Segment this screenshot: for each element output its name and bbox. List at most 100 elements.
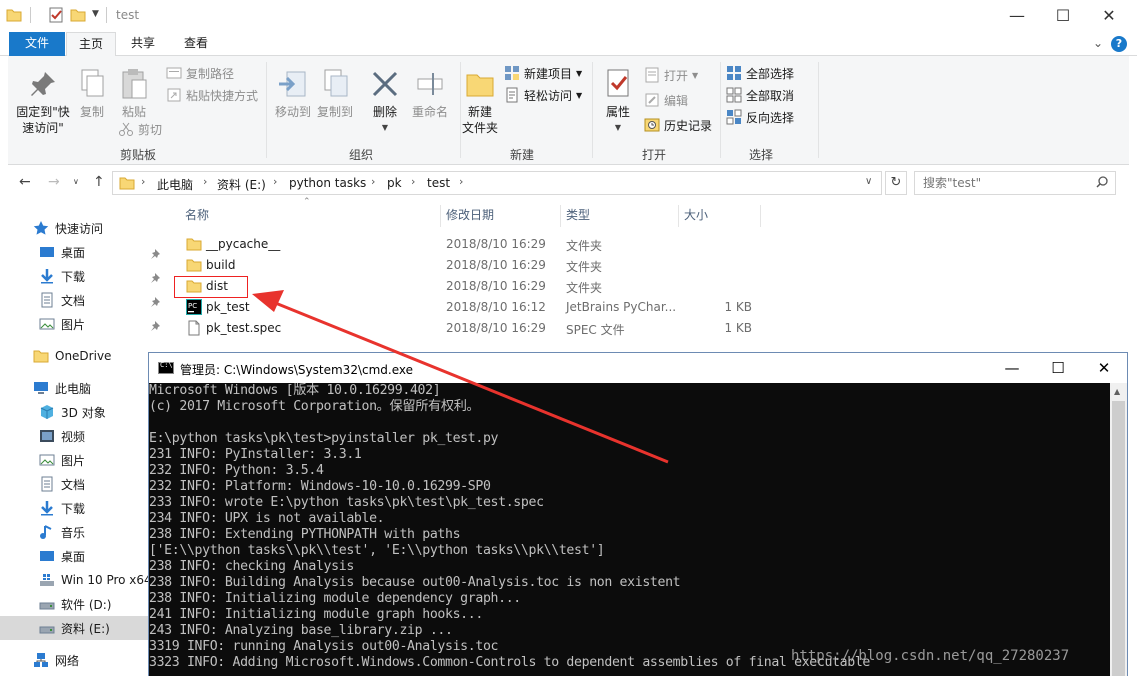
back-arrow-icon[interactable]: ← — [19, 174, 31, 190]
nav-pc-videos[interactable]: 视频 — [0, 424, 148, 448]
forward-arrow-icon[interactable]: → — [48, 174, 60, 190]
copy-path-button[interactable]: 复制路径 — [166, 63, 234, 83]
delete-dropdown-icon[interactable]: ▼ — [366, 120, 404, 136]
properties-dropdown-icon[interactable]: ▼ — [598, 120, 638, 136]
nav-pc-documents[interactable]: 文档 — [0, 472, 148, 496]
recent-locations-icon[interactable]: ∨ — [73, 177, 79, 186]
nav-pc-drive-c[interactable]: Win 10 Pro x64 — [0, 568, 148, 592]
scroll-thumb[interactable] — [1112, 401, 1125, 676]
breadcrumb-drive-e[interactable]: 资料 (E:) — [217, 176, 266, 193]
column-divider[interactable] — [440, 205, 441, 227]
open-button[interactable]: 打开 ▼ — [644, 65, 698, 85]
delete-button[interactable]: 删除 ▼ — [366, 68, 404, 136]
tab-file[interactable]: 文件 — [9, 32, 65, 56]
pin-icon[interactable] — [150, 248, 160, 259]
breadcrumb-test[interactable]: test — [427, 176, 450, 190]
rename-button[interactable]: 重命名 — [408, 68, 452, 120]
nav-pc-drive-d[interactable]: 软件 (D:) — [0, 592, 148, 616]
maximize-button[interactable]: ☐ — [1040, 0, 1086, 30]
easy-access-button[interactable]: 轻松访问 ▼ — [504, 85, 582, 105]
history-button[interactable]: 历史记录 — [644, 115, 712, 135]
properties-quick-icon[interactable] — [48, 7, 64, 23]
column-header-name[interactable]: 名称 — [185, 206, 209, 228]
pin-icon[interactable] — [150, 320, 160, 331]
breadcrumb-this-pc[interactable]: 此电脑 — [157, 176, 193, 193]
column-divider[interactable] — [678, 205, 679, 227]
properties-button[interactable]: 属性 ▼ — [598, 68, 638, 136]
pin-to-quick-access-button[interactable]: 固定到"快 速访问" — [14, 68, 72, 136]
tab-view[interactable]: 查看 — [171, 32, 221, 56]
nav-label: 文档 — [61, 477, 86, 492]
cut-button[interactable]: 剪切 — [118, 119, 162, 139]
cmd-maximize-button[interactable]: ☐ — [1035, 353, 1081, 383]
file-row[interactable]: dist 2018/8/10 16:29 文件夹 — [173, 276, 773, 297]
edit-button[interactable]: 编辑 — [644, 90, 688, 110]
nav-this-pc[interactable]: 此电脑 — [0, 376, 148, 400]
nav-pc-desktop[interactable]: 桌面 — [0, 544, 148, 568]
cut-label: 剪切 — [138, 122, 163, 137]
new-folder-quick-icon[interactable] — [70, 7, 86, 23]
breadcrumb-python-tasks[interactable]: python tasks — [289, 176, 366, 190]
tab-home[interactable]: 主页 — [66, 32, 116, 57]
scroll-up-icon[interactable]: ▲ — [1114, 387, 1120, 396]
nav-pc-music[interactable]: 音乐 — [0, 520, 148, 544]
nav-pc-pictures[interactable]: 图片 — [0, 448, 148, 472]
close-button[interactable]: ✕ — [1086, 0, 1132, 30]
select-none-button[interactable]: 全部取消 — [726, 85, 794, 105]
search-input[interactable] — [914, 171, 1116, 195]
file-row[interactable]: build 2018/8/10 16:29 文件夹 — [173, 255, 773, 276]
pin-icon[interactable] — [150, 296, 160, 307]
new-item-button[interactable]: 新建项目 ▼ — [504, 63, 582, 83]
nav-pc-downloads[interactable]: 下载 — [0, 496, 148, 520]
column-header-size[interactable]: 大小 — [684, 206, 708, 228]
column-header-type[interactable]: 类型 — [566, 206, 590, 228]
copy-to-button[interactable]: 复制到 — [316, 68, 354, 120]
breadcrumb-separator-icon[interactable]: › — [411, 175, 415, 188]
refresh-button[interactable]: ↻ — [885, 171, 907, 195]
file-row[interactable]: PC pk_test 2018/8/10 16:12 JetBrains PyC… — [173, 297, 773, 318]
file-row[interactable]: pk_test.spec 2018/8/10 16:29 SPEC 文件 1 K… — [173, 318, 773, 339]
nav-network[interactable]: 网络 — [0, 648, 148, 672]
cmd-scrollbar[interactable]: ▲ — [1110, 383, 1127, 676]
nav-pc-3d-objects[interactable]: 3D 对象 — [0, 400, 148, 424]
collapse-ribbon-icon[interactable]: ⌄ — [1093, 36, 1103, 50]
help-icon[interactable]: ? — [1111, 36, 1127, 52]
move-to-button[interactable]: 移动到 — [274, 68, 312, 120]
nav-quick-access[interactable]: 快速访问 — [0, 216, 148, 240]
tab-share[interactable]: 共享 — [118, 32, 168, 56]
pycharm-icon: PC — [186, 299, 202, 315]
nav-qa-downloads[interactable]: 下载 — [0, 264, 148, 288]
nav-qa-desktop[interactable]: 桌面 — [0, 240, 148, 264]
copy-button[interactable]: 复制 — [74, 68, 110, 120]
nav-label: 快速访问 — [55, 221, 104, 236]
breadcrumb-separator-icon[interactable]: › — [141, 175, 145, 188]
paste-shortcut-button[interactable]: 粘贴快捷方式 — [166, 85, 258, 105]
select-all-button[interactable]: 全部选择 — [726, 63, 794, 83]
address-bar[interactable]: › 此电脑 › 资料 (E:) › python tasks › pk › te… — [112, 171, 882, 195]
cmd-minimize-button[interactable]: — — [989, 353, 1035, 383]
paste-button[interactable]: 粘贴 — [116, 68, 152, 120]
console-output[interactable]: Microsoft Windows [版本 10.0.16299.402] (c)… — [149, 383, 1110, 676]
column-divider[interactable] — [760, 205, 761, 227]
breadcrumb-pk[interactable]: pk — [387, 176, 402, 190]
file-row[interactable]: __pycache__ 2018/8/10 16:29 文件夹 — [173, 234, 773, 255]
cmd-close-button[interactable]: ✕ — [1081, 353, 1127, 383]
breadcrumb-separator-icon[interactable]: › — [459, 175, 463, 188]
invert-selection-button[interactable]: 反向选择 — [726, 107, 794, 127]
breadcrumb-separator-icon[interactable]: › — [203, 175, 207, 188]
minimize-button[interactable]: — — [994, 0, 1040, 30]
nav-qa-pictures[interactable]: 图片 — [0, 312, 148, 336]
column-divider[interactable] — [560, 205, 561, 227]
pin-icon[interactable] — [150, 272, 160, 283]
nav-onedrive[interactable]: OneDrive — [0, 344, 148, 368]
nav-pc-drive-e[interactable]: 资料 (E:) — [0, 616, 148, 640]
breadcrumb-separator-icon[interactable]: › — [371, 175, 375, 188]
computer-icon — [33, 380, 49, 396]
nav-qa-documents[interactable]: 文档 — [0, 288, 148, 312]
column-header-date[interactable]: 修改日期 — [446, 206, 494, 228]
breadcrumb-separator-icon[interactable]: › — [273, 175, 277, 188]
cmd-title-bar[interactable]: 管理员: C:\Windows\System32\cmd.exe — ☐ ✕ — [149, 353, 1127, 383]
new-folder-button[interactable]: 新建 文件夹 — [460, 68, 500, 136]
up-arrow-icon[interactable]: ↑ — [93, 174, 105, 190]
address-dropdown-icon[interactable]: ∨ — [865, 176, 872, 187]
